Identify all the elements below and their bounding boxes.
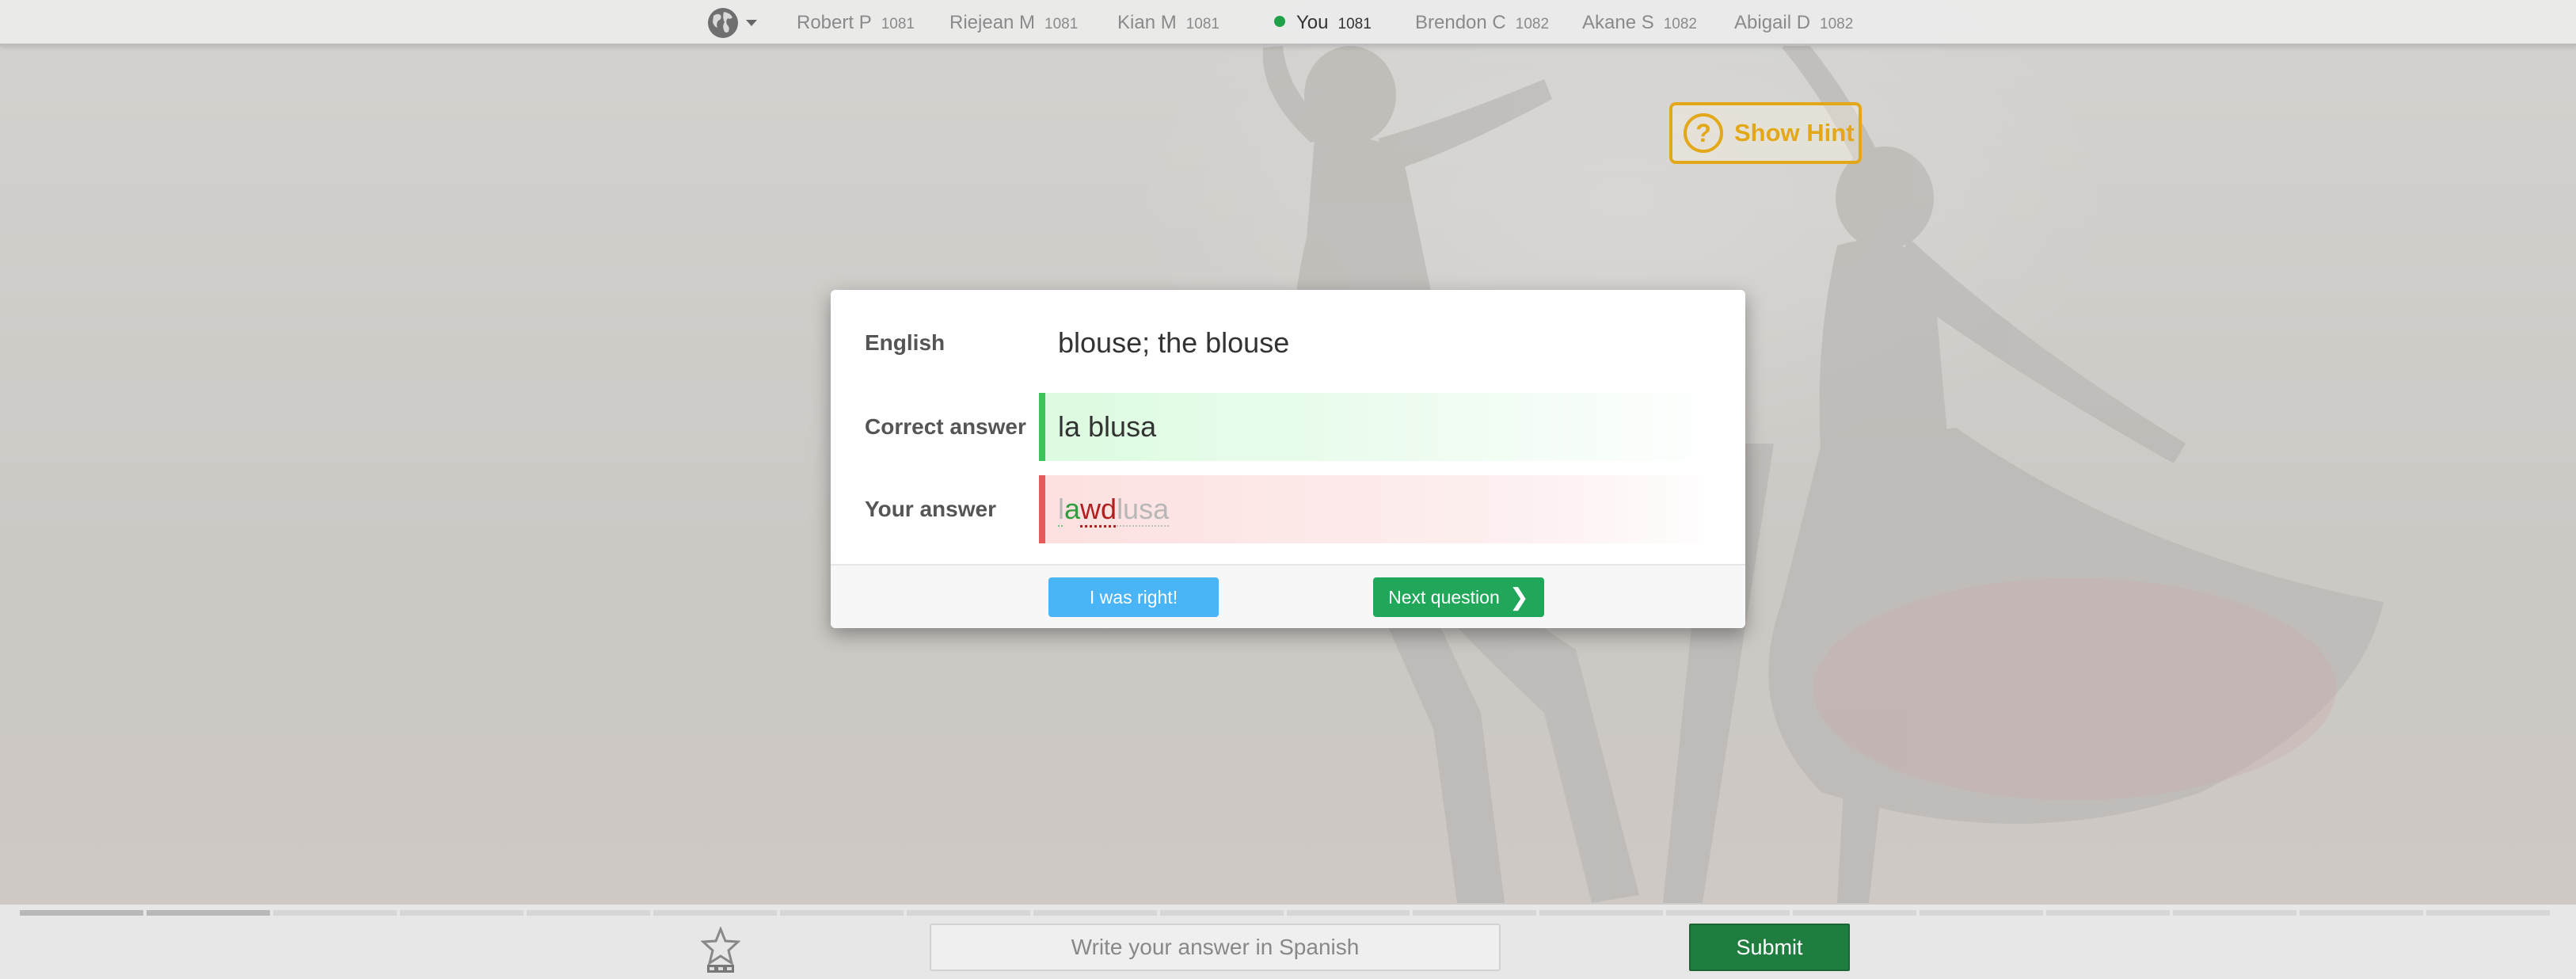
globe-icon: [708, 8, 738, 38]
question-circle-icon: ?: [1684, 113, 1723, 153]
leaderboard-bar: Robert P 1081 Riejean M 1081 Kian M 1081 Yo…: [0, 0, 2576, 46]
progress-segment: [2173, 910, 2297, 916]
leaderboard-player: Robert P 1081: [797, 12, 915, 34]
answer-char-inserted: a: [1064, 493, 1081, 525]
answer-char-wrong: wd: [1080, 493, 1117, 525]
progress-segment: [2300, 910, 2424, 916]
progress-segment: [906, 910, 1030, 916]
player-score: 1081: [1185, 16, 1220, 32]
leaderboard-player: Abigail D 1082: [1734, 12, 1853, 34]
english-label: English: [865, 330, 946, 355]
player-score: 1081: [1044, 16, 1079, 32]
player-score: 1081: [1337, 16, 1372, 32]
progress-segment: [779, 910, 904, 916]
player-name: Abigail D: [1734, 12, 1811, 33]
answer-bar: Submit: [0, 905, 2576, 979]
progress-segment: [2426, 910, 2551, 916]
chevron-right-icon: ❯: [1509, 584, 1529, 611]
next-question-button[interactable]: Next question ❯: [1373, 577, 1544, 617]
answer-char-correct: lusa: [1117, 493, 1170, 525]
show-hint-button[interactable]: ? Show Hint: [1669, 102, 1862, 164]
progress-segment: [526, 910, 650, 916]
leaderboard-player: Riejean M 1081: [949, 12, 1078, 34]
submit-label: Submit: [1736, 935, 1803, 959]
english-prompt: blouse; the blouse: [1058, 326, 1290, 359]
progress-segment: [1286, 910, 1410, 916]
progress-segment: [399, 910, 523, 916]
your-answer-label: Your answer: [865, 497, 996, 521]
correct-answer-row: Correct answer la blusa: [831, 393, 1745, 461]
your-answer-value: l a wd lusa: [1039, 475, 1728, 543]
progress-segment: [20, 910, 143, 916]
player-name: Robert P: [797, 12, 872, 33]
your-answer-row: Your answer l a wd lusa: [831, 475, 1745, 543]
leaderboard-player: Brendon C 1082: [1415, 12, 1549, 34]
answer-input[interactable]: [930, 924, 1501, 971]
player-score: 1082: [1820, 16, 1854, 32]
progress-segment: [1033, 910, 1157, 916]
progress-segment: [1159, 910, 1284, 916]
correct-answer-label: Correct answer: [865, 414, 1026, 439]
correct-answer-value: la blusa: [1039, 393, 1728, 461]
progress-segment: [1666, 910, 1790, 916]
quiz-progress-bar: [20, 910, 2551, 916]
chevron-down-icon: [746, 20, 757, 26]
player-name: You: [1296, 12, 1329, 33]
submit-button[interactable]: Submit: [1689, 924, 1850, 971]
player-name: Kian M: [1117, 12, 1177, 33]
next-question-label: Next question: [1388, 586, 1500, 608]
player-score: 1081: [881, 16, 915, 32]
progress-segment: [146, 910, 270, 916]
i-was-right-button[interactable]: I was right!: [1048, 577, 1219, 617]
leaderboard-player-you: You 1081: [1274, 12, 1372, 34]
player-name: Brendon C: [1415, 12, 1506, 33]
progress-segment: [1413, 910, 1537, 916]
online-status-dot: [1274, 16, 1285, 27]
dialog-footer: I was right! Next question ❯: [831, 564, 1745, 628]
progress-segment: [1920, 910, 2044, 916]
star-badge-icon[interactable]: [701, 927, 740, 974]
i-was-right-label: I was right!: [1089, 586, 1178, 608]
answer-result-dialog: English blouse; the blouse Correct answe…: [831, 290, 1745, 628]
progress-segment: [2046, 910, 2171, 916]
english-row: English blouse; the blouse: [831, 309, 1745, 377]
player-score: 1082: [1663, 16, 1698, 32]
progress-segment: [272, 910, 397, 916]
progress-segment: [1539, 910, 1664, 916]
leaderboard-player: Akane S 1082: [1582, 12, 1697, 34]
player-name: Akane S: [1582, 12, 1654, 33]
player-name: Riejean M: [949, 12, 1036, 33]
progress-segment: [1793, 910, 1917, 916]
answer-char-correct: l: [1058, 493, 1064, 525]
progress-segment: [653, 910, 777, 916]
leaderboard-player: Kian M 1081: [1117, 12, 1220, 34]
language-selector[interactable]: [706, 6, 763, 40]
player-score: 1082: [1515, 16, 1550, 32]
show-hint-label: Show Hint: [1734, 119, 1855, 147]
